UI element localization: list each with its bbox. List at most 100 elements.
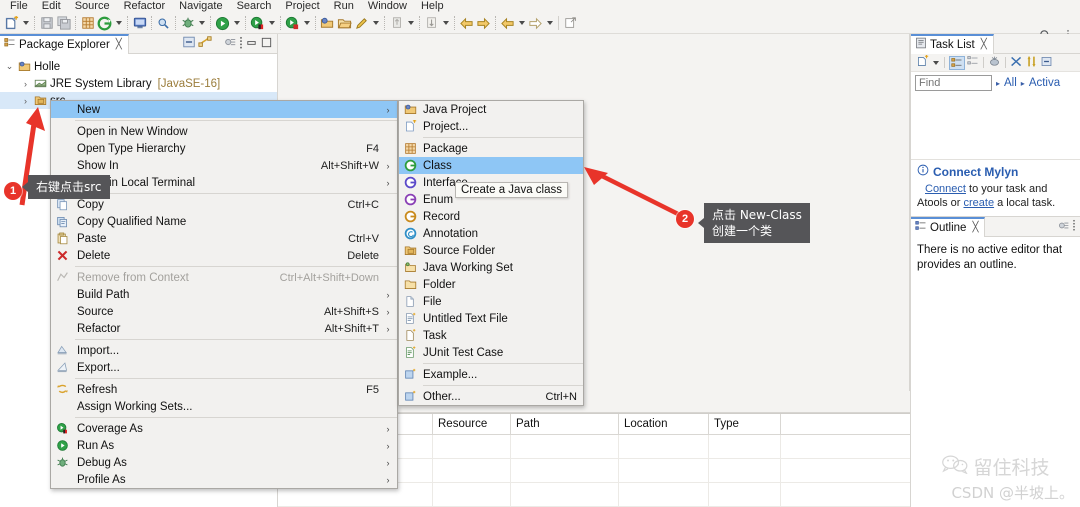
new-submenu-item-class[interactable]: Class <box>399 157 583 174</box>
menu-item-window[interactable]: Window <box>361 0 414 13</box>
collapse-all-icon[interactable] <box>182 35 196 52</box>
back-icon[interactable] <box>458 14 475 33</box>
minimize-icon[interactable] <box>245 36 258 52</box>
new-submenu-item-folder[interactable]: Folder <box>399 276 583 293</box>
external-tools-icon[interactable] <box>562 14 579 33</box>
menu-item-source[interactable]: Source <box>68 0 117 13</box>
context-menu-item-debug-as[interactable]: Debug As › <box>51 454 397 471</box>
new-submenu-item-other[interactable]: Other... Ctrl+N <box>399 388 583 405</box>
find-input[interactable] <box>915 75 992 91</box>
twisty-icon[interactable]: › <box>20 79 31 89</box>
new-wizard-icon[interactable] <box>3 14 20 33</box>
minimize-icon[interactable] <box>1040 55 1053 71</box>
view-menu-icon[interactable] <box>223 35 237 52</box>
link-with-editor-icon[interactable] <box>198 35 212 52</box>
context-menu-item-show-in[interactable]: Show In Alt+Shift+W › <box>51 157 397 174</box>
forward-history-dropdown-icon[interactable] <box>544 14 555 33</box>
problems-column-header-path[interactable]: Path <box>511 414 619 435</box>
back-history-dropdown-icon[interactable] <box>516 14 527 33</box>
menu-item-file[interactable]: File <box>3 0 35 13</box>
previous-annotation-icon[interactable] <box>388 14 405 33</box>
new-java-package-icon[interactable] <box>79 14 96 33</box>
create-link[interactable]: create <box>963 197 994 209</box>
coverage-dropdown-icon[interactable] <box>266 14 277 33</box>
run-icon[interactable] <box>214 14 231 33</box>
context-menu-item-new[interactable]: New › <box>51 101 397 118</box>
context-menu-item-build-path[interactable]: Build Path › <box>51 286 397 303</box>
menu-item-help[interactable]: Help <box>414 0 451 13</box>
new-submenu-item-junit-test-case[interactable]: JUnit Test Case <box>399 344 583 361</box>
connect-link[interactable]: Connect <box>925 183 966 195</box>
forward-icon[interactable] <box>475 14 492 33</box>
context-menu-item-coverage-as[interactable]: Coverage As › <box>51 420 397 437</box>
view-menu-icon[interactable] <box>1057 219 1070 235</box>
context-menu-item-paste[interactable]: Paste Ctrl+V <box>51 230 397 247</box>
next-edit-dropdown-icon[interactable] <box>440 14 451 33</box>
new-submenu-item-package[interactable]: Package <box>399 140 583 157</box>
toggle-breadcrumb-dropdown-icon[interactable] <box>113 14 124 33</box>
menu-item-edit[interactable]: Edit <box>35 0 68 13</box>
new-annotation-icon[interactable] <box>353 14 370 33</box>
profile-dropdown-icon[interactable] <box>301 14 312 33</box>
context-menu-item-copy-qualified-name[interactable]: Copy Qualified Name <box>51 213 397 230</box>
open-type-icon[interactable] <box>319 14 336 33</box>
profile-icon[interactable] <box>284 14 301 33</box>
new-annotation-dropdown-icon[interactable] <box>370 14 381 33</box>
filter-activate-link[interactable]: Activa <box>1029 77 1060 89</box>
context-menu-item-open-type-hierarchy[interactable]: Open Type Hierarchy F4 <box>51 140 397 157</box>
categorized-presentation-icon[interactable] <box>949 55 965 70</box>
context-menu-item-open-in-new-window[interactable]: Open in New Window <box>51 123 397 140</box>
tab-package-explorer[interactable]: Package Explorer ╳ <box>0 33 129 54</box>
twisty-icon[interactable]: ⌄ <box>4 61 15 72</box>
new-submenu-item-task[interactable]: Task <box>399 327 583 344</box>
problems-column-header-location[interactable]: Location <box>619 414 709 435</box>
synchronize-changed-icon[interactable] <box>1010 55 1023 71</box>
new-task-dropdown-icon[interactable] <box>931 56 940 69</box>
context-menu-item-refresh[interactable]: Refresh F5 <box>51 381 397 398</box>
collapse-all-icon[interactable] <box>1025 55 1038 71</box>
context-menu-item-assign-working-sets[interactable]: Assign Working Sets... <box>51 398 397 415</box>
scheduled-presentation-icon[interactable] <box>967 55 979 70</box>
new-submenu-item-record[interactable]: Record <box>399 208 583 225</box>
new-wizard-dropdown-icon[interactable] <box>20 14 31 33</box>
new-task-icon[interactable] <box>916 54 929 71</box>
context-menu-item-export[interactable]: Export... <box>51 359 397 376</box>
open-console-icon[interactable] <box>131 14 148 33</box>
tree-node-holle[interactable]: ⌄ Holle <box>0 58 277 75</box>
coverage-icon[interactable] <box>249 14 266 33</box>
new-submenu-item-file[interactable]: File <box>399 293 583 310</box>
toggle-breadcrumb-icon[interactable] <box>96 14 113 33</box>
new-submenu-item-untitled-text-file[interactable]: Untitled Text File <box>399 310 583 327</box>
save-icon[interactable] <box>38 14 55 33</box>
tab-outline[interactable]: Outline ╳ <box>911 216 986 237</box>
debug-dropdown-icon[interactable] <box>196 14 207 33</box>
problems-column-header-type[interactable]: Type <box>709 414 781 435</box>
next-edit-icon[interactable] <box>423 14 440 33</box>
menu-item-project[interactable]: Project <box>278 0 326 13</box>
previous-annotation-dropdown-icon[interactable] <box>405 14 416 33</box>
view-menu-dots-icon[interactable] <box>1072 219 1076 234</box>
forward-history-icon[interactable] <box>527 14 544 33</box>
context-menu-item-refactor[interactable]: Refactor Alt+Shift+T › <box>51 320 397 337</box>
back-history-icon[interactable] <box>499 14 516 33</box>
save-all-icon[interactable] <box>55 14 72 33</box>
close-icon[interactable]: ╳ <box>981 39 987 50</box>
new-submenu-item-java-working-set[interactable]: Java Working Set <box>399 259 583 276</box>
tree-node-jre-system-library[interactable]: › JRE System Library [JavaSE-16] <box>0 75 277 92</box>
problems-column-header-resource[interactable]: Resource <box>433 414 511 435</box>
tab-task-list[interactable]: Task List ╳ <box>911 33 994 54</box>
maximize-icon[interactable] <box>260 36 273 52</box>
close-icon[interactable]: ╳ <box>116 39 122 50</box>
debug-icon[interactable] <box>179 14 196 33</box>
focus-on-workweek-icon[interactable] <box>988 55 1001 71</box>
new-submenu-item-source-folder[interactable]: Source Folder <box>399 242 583 259</box>
context-menu-item-remove-from-context[interactable]: Remove from Context Ctrl+Alt+Shift+Down <box>51 269 397 286</box>
filter-all-link[interactable]: All <box>1004 77 1017 89</box>
run-dropdown-icon[interactable] <box>231 14 242 33</box>
menu-item-search[interactable]: Search <box>230 0 279 13</box>
twisty-icon[interactable]: › <box>20 96 31 106</box>
context-menu-item-run-as[interactable]: Run As › <box>51 437 397 454</box>
menu-item-refactor[interactable]: Refactor <box>117 0 173 13</box>
open-task-icon[interactable] <box>336 14 353 33</box>
context-menu-item-source[interactable]: Source Alt+Shift+S › <box>51 303 397 320</box>
